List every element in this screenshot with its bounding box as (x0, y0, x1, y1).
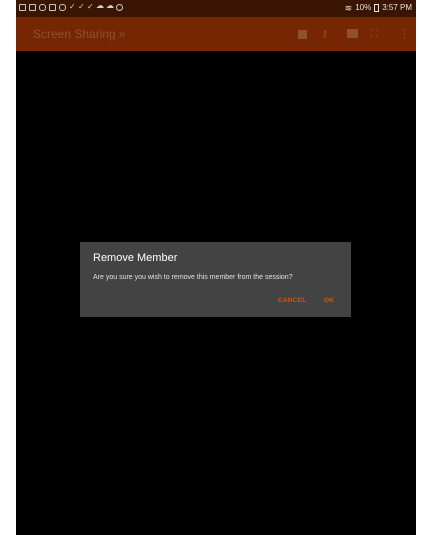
check-icon: ✓ (69, 2, 76, 11)
status-bar: ✓ ✓ ✓ ☁ ☁ ≋ 10% 3:57 PM (16, 0, 416, 17)
cancel-button[interactable]: CANCEL (278, 297, 306, 304)
wifi-icon: ≋ (344, 3, 353, 13)
status-right-group: ≋ 10% 3:57 PM (345, 3, 412, 13)
dialog-title: Remove Member (93, 252, 178, 264)
phone-icon (39, 4, 46, 11)
mail-icon (49, 4, 56, 11)
dialog-message: Are you sure you wish to remove this mem… (93, 274, 293, 281)
key-icon[interactable]: ⚷ (321, 29, 328, 40)
device-screen: ✓ ✓ ✓ ☁ ☁ ≋ 10% 3:57 PM Screen Sharing» … (16, 0, 416, 535)
battery-percent: 10% (355, 3, 372, 12)
battery-icon (374, 4, 380, 12)
clock: 3:57 PM (382, 3, 412, 12)
app-title-text: Screen Sharing (33, 27, 116, 41)
file-icon (19, 4, 26, 11)
chevron-right-icon: » (118, 27, 126, 41)
fullscreen-icon[interactable]: ⛶ (371, 29, 378, 40)
image-icon (29, 4, 36, 11)
stop-icon[interactable] (298, 30, 307, 39)
app-bar: Screen Sharing» ⚷ ⛶ ⋮ (16, 17, 416, 51)
app-title[interactable]: Screen Sharing» (33, 27, 125, 41)
cloud-icon: ☁ (106, 1, 114, 10)
cloud-icon: ☁ (96, 1, 104, 10)
overflow-menu-icon[interactable]: ⋮ (399, 29, 410, 40)
settings-icon (116, 4, 123, 11)
ok-button[interactable]: OK (324, 297, 334, 304)
camera-icon (59, 4, 66, 11)
keyboard-icon[interactable] (347, 29, 358, 38)
remove-member-dialog: Remove Member Are you sure you wish to r… (80, 242, 351, 317)
check-icon: ✓ (78, 2, 85, 11)
check-icon: ✓ (87, 2, 94, 11)
